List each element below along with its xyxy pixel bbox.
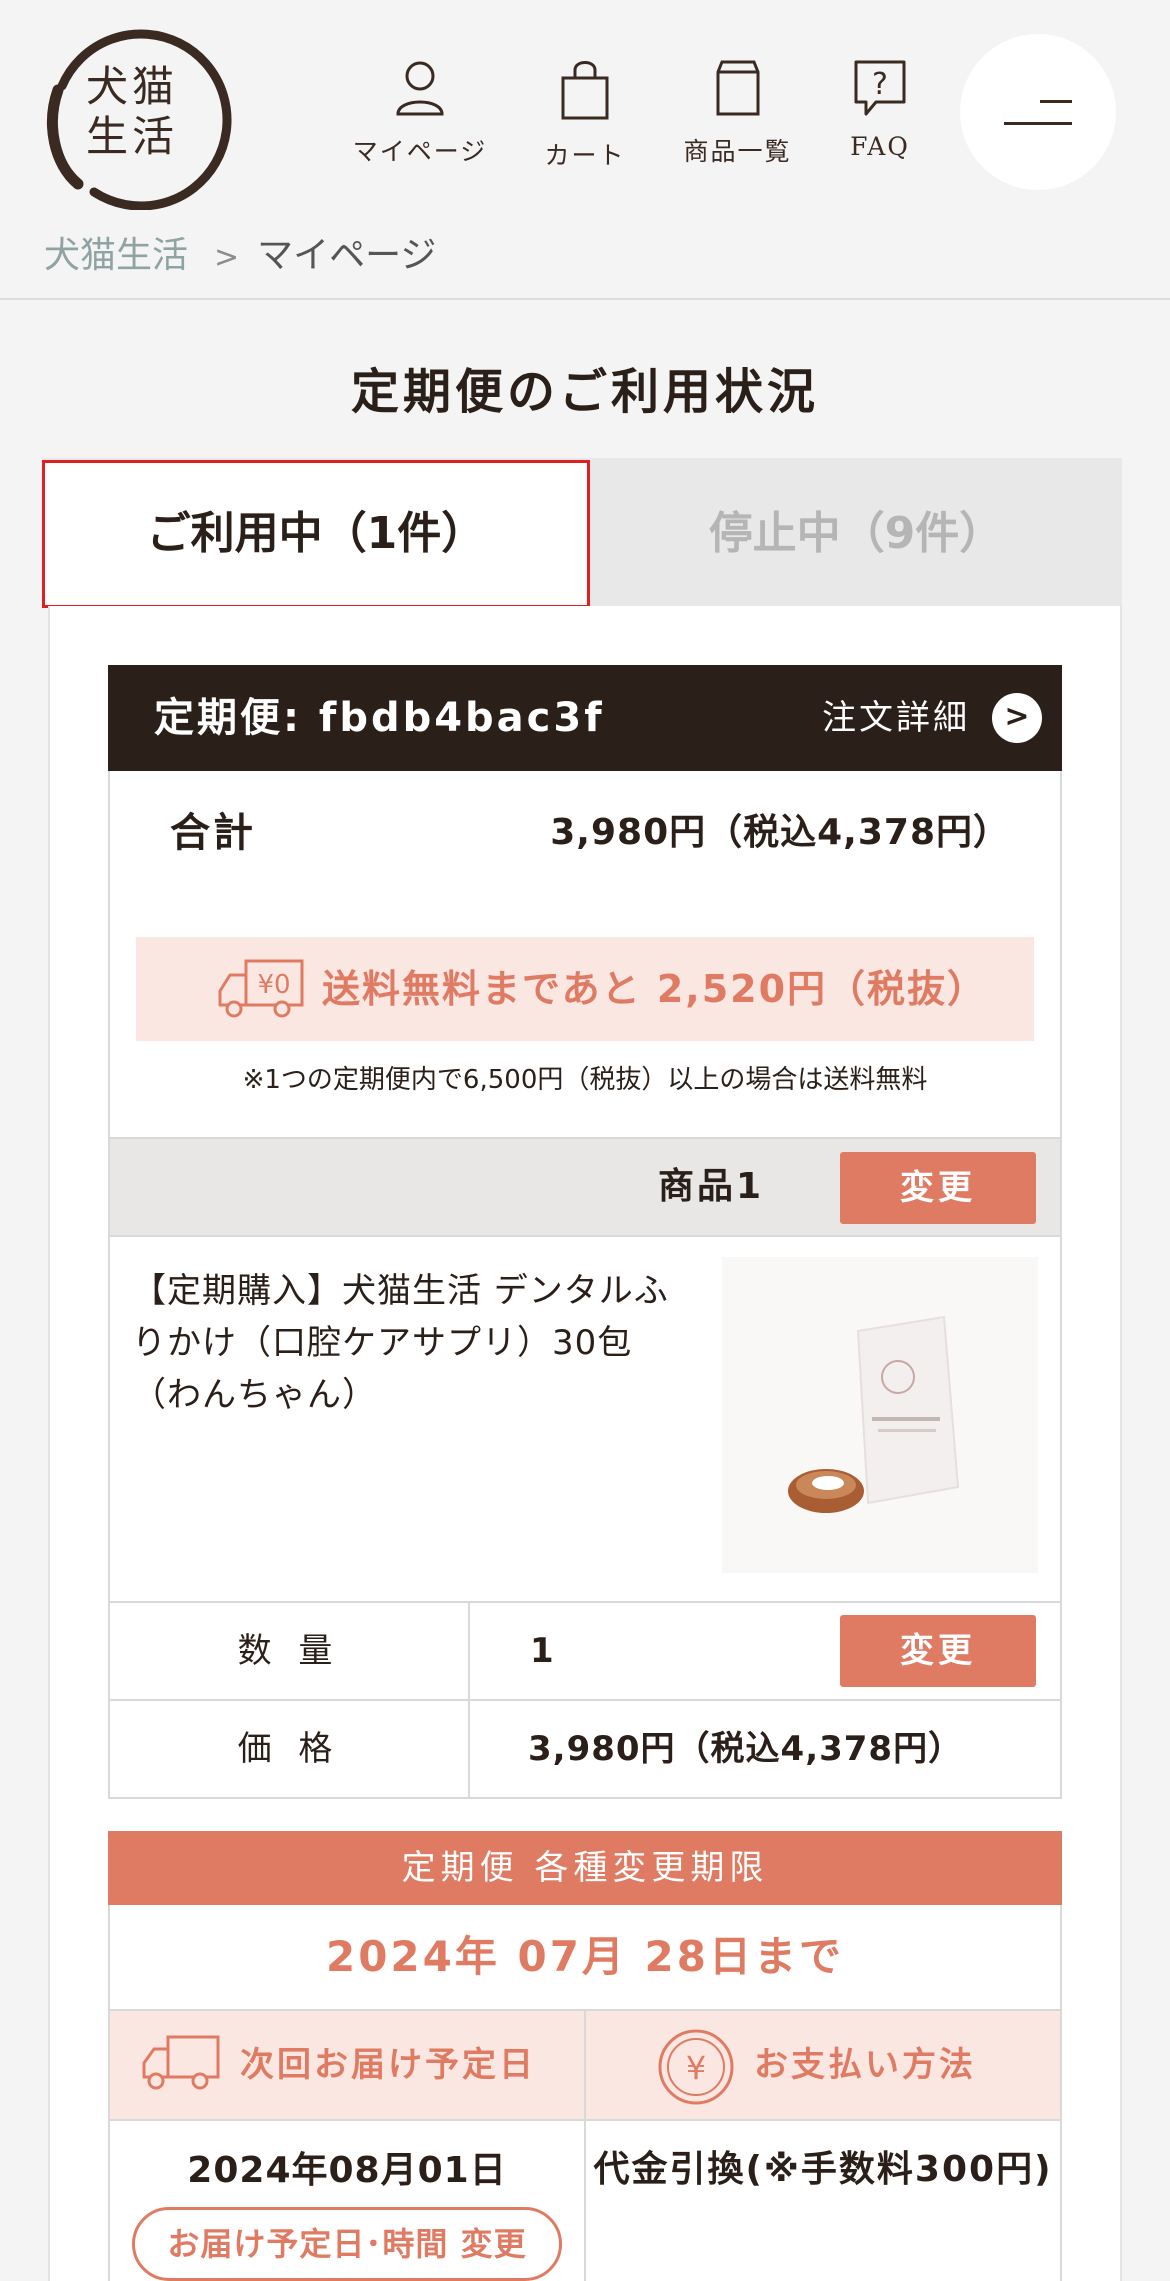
order-detail-link[interactable]: 注文詳細	[822, 665, 970, 771]
breadcrumb-home-link[interactable]: 犬猫生活	[44, 235, 188, 276]
nav-faq[interactable]: ? FAQ	[830, 58, 930, 161]
shopping-bag-icon	[561, 61, 609, 120]
product-photo-icon	[722, 1257, 1038, 1573]
hamburger-menu-button[interactable]	[960, 34, 1116, 190]
nav-products[interactable]: 商品一覧	[670, 58, 805, 168]
subscription-id: 定期便: fbdb4bac3f	[154, 695, 605, 741]
product-name[interactable]: 【定期購入】犬猫生活 デンタルふりかけ（口腔ケアサプリ）30包（わんちゃん）	[132, 1265, 692, 1421]
change-product-button[interactable]: 変更	[840, 1152, 1036, 1224]
total-value: 3,980円（税込4,378円）	[550, 812, 1010, 853]
total-row: 合計 3,980円（税込4,378円）	[108, 771, 1062, 897]
logo-text-line1: 犬猫	[86, 62, 179, 111]
next-delivery-heading: 次回お届け予定日	[110, 2011, 584, 2119]
breadcrumb: 犬猫生活 > マイページ	[44, 226, 436, 278]
free-shipping-text: 送料無料まであと 2,520円（税抜）	[322, 967, 988, 1011]
nav-mypage-label: マイページ	[352, 137, 488, 166]
tab-stopped-subscriptions[interactable]: 停止中（9件）	[590, 458, 1122, 606]
change-deadline-heading: 定期便 各種変更期限	[108, 1831, 1062, 1905]
subscription-tabs: ご利用中（1件） 停止中（9件）	[42, 458, 1122, 608]
svg-text:?: ?	[872, 67, 888, 102]
product-package-icon	[716, 60, 759, 116]
product-heading: 商品1	[657, 1166, 764, 1207]
menu-line-icon	[1004, 122, 1072, 125]
payment-method-heading: ¥ お支払い方法	[586, 2011, 1060, 2119]
breadcrumb-current: マイページ	[257, 235, 437, 276]
price-row: 価 格 3,980円（税込4,378円）	[108, 1699, 1062, 1799]
yen-coin-icon: ¥	[658, 2029, 734, 2105]
tab-active-subscriptions[interactable]: ご利用中（1件）	[42, 460, 590, 608]
quantity-value: 1	[530, 1631, 554, 1671]
product-heading-row: 商品1 変更	[108, 1139, 1062, 1237]
shipping-note: ※1つの定期便内で6,500円（税抜）以上の場合は送料無料	[242, 1065, 928, 1095]
delivery-payment-row: 2024年08月01日 お届け予定日･時間 変更 代金引換(※手数料300円)	[108, 2121, 1062, 2281]
next-delivery-label: 次回お届け予定日	[240, 2045, 536, 2085]
delivery-payment-heading-row: 次回お届け予定日 ¥ お支払い方法	[108, 2011, 1062, 2281]
menu-line-icon	[1040, 100, 1072, 103]
product-row: 【定期購入】犬猫生活 デンタルふりかけ（口腔ケアサプリ）30包（わんちゃん）	[108, 1237, 1062, 1603]
svg-text:¥0: ¥0	[257, 970, 290, 1000]
change-deadline-box: 2024年 07月 28日まで	[108, 1905, 1062, 2011]
payment-method-label: お支払い方法	[754, 2045, 976, 2085]
quantity-row: 数 量 1 変更	[108, 1601, 1062, 1701]
change-quantity-button[interactable]: 変更	[840, 1615, 1036, 1687]
site-logo[interactable]: 犬猫 生活	[38, 24, 234, 210]
free-shipping-box: ¥0 送料無料まであと 2,520円（税抜） ※1つの定期便内で6,500円（税…	[108, 895, 1062, 1139]
change-delivery-date-button[interactable]: お届け予定日･時間 変更	[132, 2207, 562, 2281]
change-deadline-date: 2024年 07月 28日まで	[325, 1932, 845, 1981]
price-value: 3,980円（税込4,378円）	[528, 1729, 964, 1769]
nav-mypage[interactable]: マイページ	[350, 58, 490, 168]
user-icon	[396, 61, 444, 116]
price-label: 価 格	[110, 1701, 470, 1797]
logo-text-line2: 生活	[86, 112, 179, 161]
chevron-right-icon[interactable]: >	[992, 693, 1042, 743]
breadcrumb-separator-icon: >	[214, 240, 240, 275]
delivery-truck-icon	[142, 2035, 220, 2090]
question-bubble-icon: ?	[854, 60, 906, 116]
delivery-truck-icon: ¥0	[218, 959, 304, 1018]
page-title: 定期便のご利用状況	[350, 364, 819, 420]
next-delivery-date: 2024年08月01日	[187, 2150, 507, 2191]
product-image[interactable]	[722, 1257, 1038, 1573]
payment-method-value: 代金引換(※手数料300円)	[593, 2149, 1053, 2190]
nav-cart-label: カート	[544, 141, 626, 170]
nav-faq-label: FAQ	[850, 132, 910, 161]
site-header: 犬猫 生活 マイページ カート 商品一覧 ? FAQ 犬猫生活 > マイページ	[0, 0, 1170, 300]
subscription-header: 定期便: fbdb4bac3f 注文詳細 >	[108, 665, 1062, 771]
nav-cart[interactable]: カート	[530, 58, 640, 172]
free-shipping-banner: ¥0 送料無料まであと 2,520円（税抜）	[136, 937, 1034, 1041]
total-label: 合計	[170, 810, 256, 856]
nav-products-label: 商品一覧	[683, 137, 792, 166]
svg-text:¥: ¥	[686, 2049, 706, 2087]
quantity-label: 数 量	[110, 1603, 470, 1699]
